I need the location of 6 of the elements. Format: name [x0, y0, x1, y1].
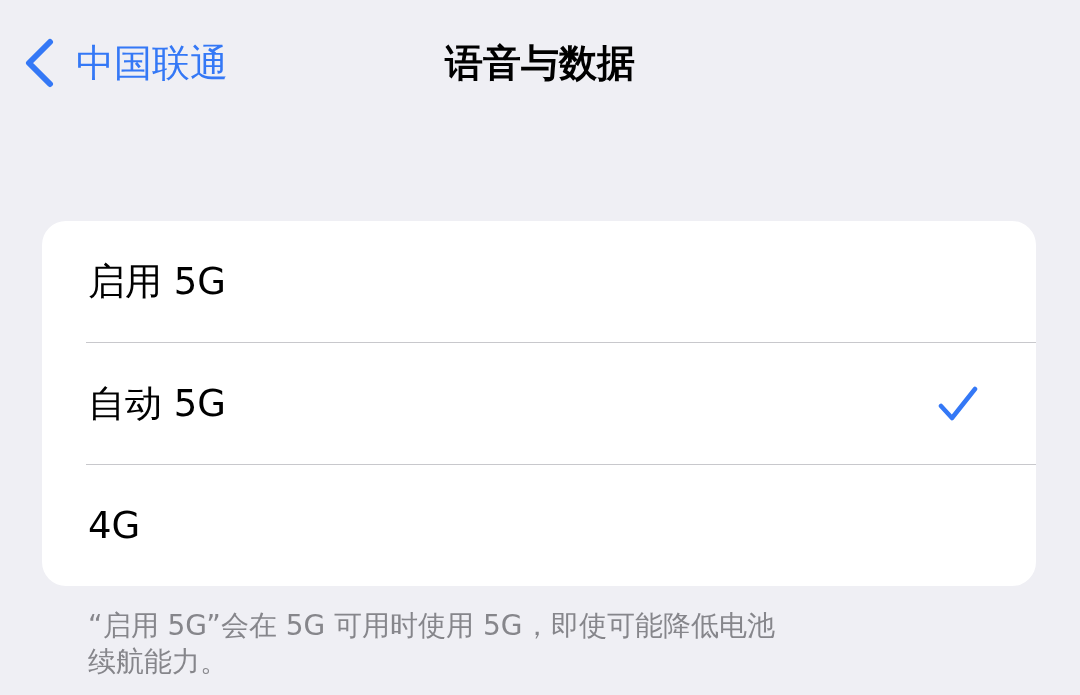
footer-note: “启用 5G”会在 5G 可用时使用 5G，即使可能降低电池续航能力。 — [88, 608, 776, 680]
page-title: 语音与数据 — [445, 39, 635, 87]
back-button[interactable]: 中国联通 — [0, 28, 300, 98]
option-row[interactable]: 4G — [86, 464, 1036, 586]
option-row[interactable]: 启用 5G — [42, 221, 1036, 342]
option-row[interactable]: 自动 5G — [86, 342, 1036, 464]
